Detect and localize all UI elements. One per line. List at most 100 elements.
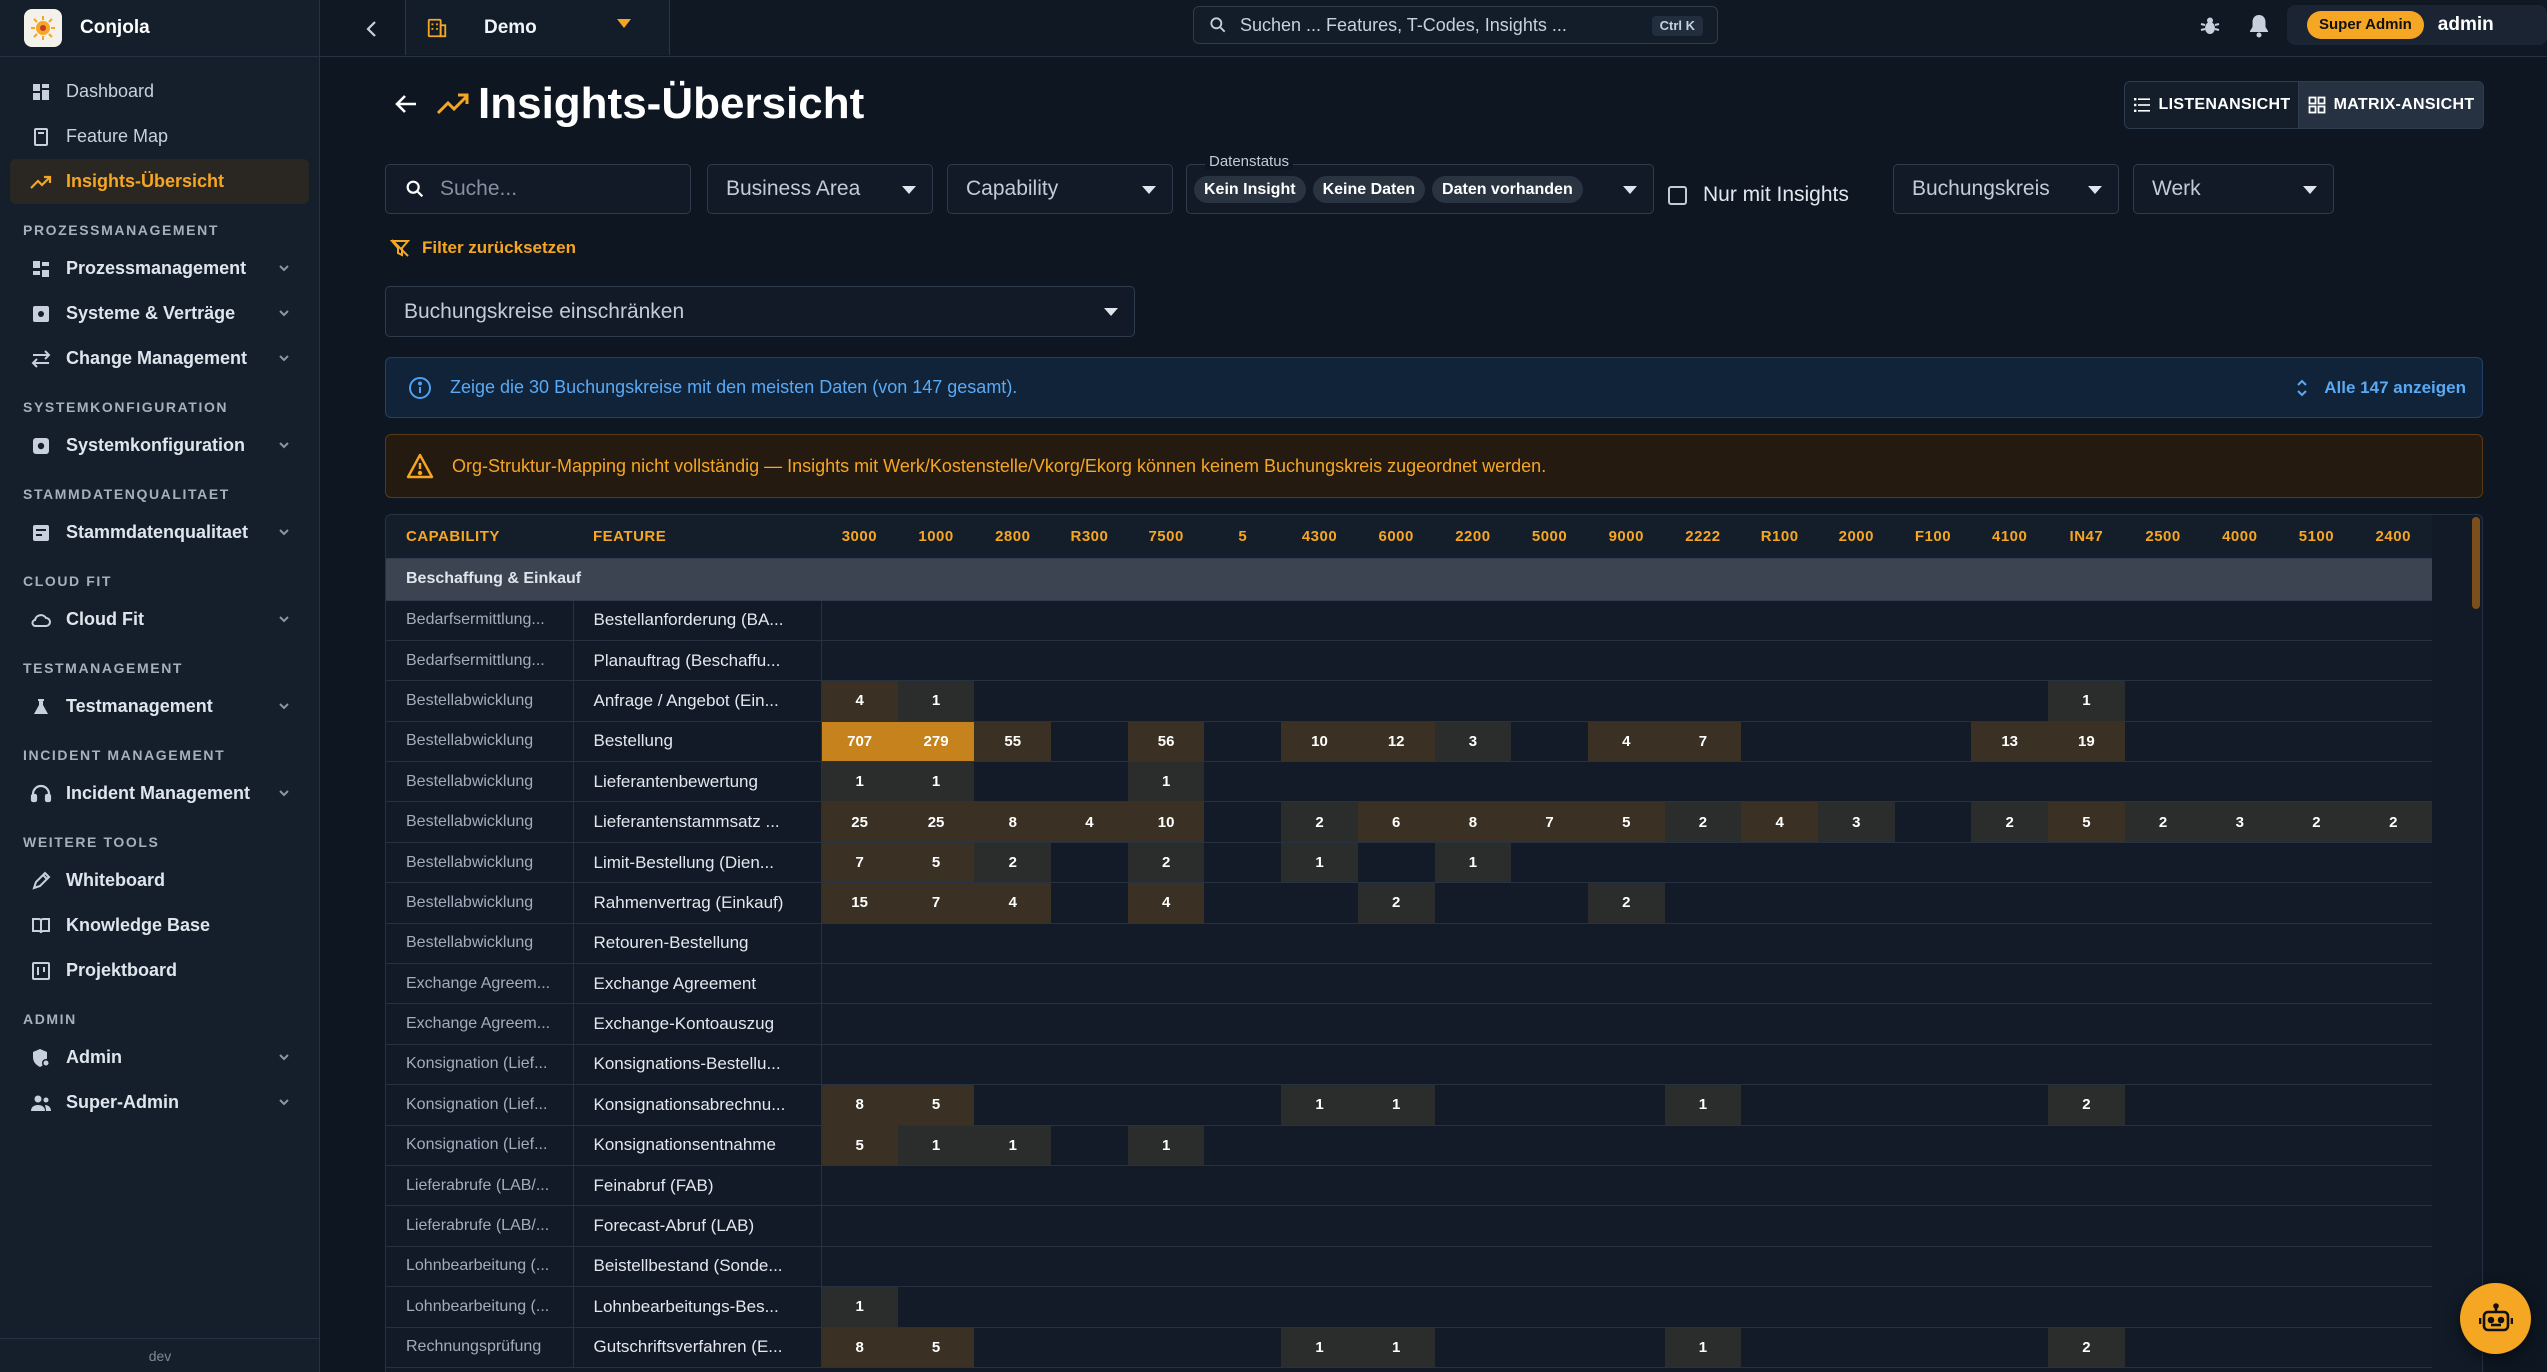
matrix-cell[interactable]: 5 (2048, 801, 2125, 843)
table-row[interactable]: Lohnbearbeitung (... Lohnbearbeitungs-Bes… (386, 1286, 2432, 1328)
user-menu[interactable]: Super Admin admin (2287, 5, 2547, 45)
chevron-down-icon[interactable] (275, 697, 293, 715)
matrix-cell[interactable]: 8 (974, 801, 1052, 843)
column-header-buchungskreis[interactable]: 4100 (1971, 515, 2049, 559)
matrix-cell[interactable]: 1 (897, 680, 975, 722)
collapse-sidebar-icon[interactable] (360, 17, 384, 41)
matrix-cell[interactable]: 6 (1357, 801, 1435, 843)
table-row[interactable]: Bestellabwicklung Retouren-Bestellung (386, 923, 2432, 965)
table-row[interactable]: Exchange Agreem... Exchange Agreement (386, 963, 2432, 1005)
feature-cell[interactable]: Konsignationsabrechnu... (573, 1084, 822, 1126)
column-header-buchungskreis[interactable]: 2800 (974, 515, 1052, 559)
table-row[interactable]: Bestellabwicklung Rahmenvertrag (Einkauf)… (386, 882, 2432, 924)
feature-cell[interactable]: Beistellbestand (Sonde... (573, 1246, 822, 1288)
matrix-cell[interactable]: 5 (897, 1084, 975, 1126)
feature-cell[interactable]: Exchange-Kontoauszug (573, 1003, 822, 1045)
matrix-cell[interactable]: 10 (1127, 801, 1205, 843)
matrix-cell[interactable]: 2 (2124, 801, 2202, 843)
matrix-cell[interactable]: 1 (1664, 1327, 1742, 1368)
matrix-cell[interactable]: 7 (1664, 721, 1742, 763)
chevron-down-icon[interactable] (275, 436, 293, 454)
matrix-cell[interactable]: 2 (974, 842, 1052, 884)
feature-cell[interactable]: Bestellung (573, 721, 822, 763)
matrix-cell[interactable]: 1 (1281, 1327, 1358, 1368)
matrix-cell[interactable]: 1 (1357, 1327, 1435, 1368)
matrix-cell[interactable]: 2 (1281, 801, 1358, 843)
column-header-buchungskreis[interactable]: R300 (1051, 515, 1128, 559)
matrix-cell[interactable]: 56 (1127, 721, 1205, 763)
matrix-cell[interactable]: 707 (821, 721, 898, 763)
sidebar-item-prozessmanagement[interactable]: Prozessmanagement (10, 246, 309, 291)
matrix-cell[interactable]: 2 (2048, 1084, 2125, 1126)
table-row[interactable]: Lohnbearbeitung (... Beistellbestand (Son… (386, 1246, 2432, 1288)
assistant-bot-button[interactable] (2460, 1283, 2531, 1354)
table-row[interactable]: Konsignation (Lief... Konsignationsabrech… (386, 1084, 2432, 1126)
column-header-buchungskreis[interactable]: 4300 (1281, 515, 1358, 559)
matrix-cell[interactable]: 1 (821, 1286, 898, 1328)
matrix-cell[interactable]: 2 (1357, 882, 1435, 924)
matrix-cell[interactable]: 3 (1817, 801, 1895, 843)
status-chip-kein-insight[interactable]: Kein Insight (1194, 175, 1306, 203)
list-view-button[interactable]: LISTENANSICHT (2125, 82, 2299, 128)
only-insights-checkbox[interactable]: Nur mit Insights (1668, 177, 1849, 213)
column-header-buchungskreis[interactable]: 5100 (2278, 515, 2355, 559)
global-search[interactable]: Suchen ... Features, T-Codes, Insights .… (1193, 6, 1718, 44)
table-row[interactable]: Exchange Agreem... Exchange-Kontoauszug (386, 1003, 2432, 1045)
column-header-buchungskreis[interactable]: 2222 (1664, 515, 1742, 559)
table-row[interactable]: Bedarfsermittlung... Planauftrag (Beschaf… (386, 640, 2432, 682)
feature-cell[interactable]: Rahmenvertrag (Einkauf) (573, 882, 822, 924)
sidebar-item-systeme-vertrage[interactable]: Systeme & Verträge (10, 291, 309, 336)
table-row[interactable]: Konsignation (Lief... Konsignationsentnah… (386, 1125, 2432, 1166)
checkbox-box[interactable] (1668, 185, 1687, 205)
matrix-cell[interactable]: 2 (1664, 801, 1742, 843)
feature-cell[interactable]: Anfrage / Angebot (Ein... (573, 680, 822, 722)
matrix-cell[interactable]: 10 (1281, 721, 1358, 763)
matrix-cell[interactable]: 1 (1127, 761, 1205, 803)
matrix-cell[interactable]: 4 (974, 882, 1052, 924)
feature-cell[interactable]: Bestellanforderung (BA... (573, 600, 822, 641)
bug-icon[interactable] (2198, 14, 2222, 38)
feature-cell[interactable]: Konsignationsentnahme (573, 1125, 822, 1166)
matrix-view-button[interactable]: MATRIX-ANSICHT (2299, 82, 2483, 128)
matrix-cell[interactable]: 5 (821, 1125, 898, 1166)
matrix-cell[interactable]: 1 (897, 761, 975, 803)
matrix-cell[interactable]: 2 (2048, 1327, 2125, 1368)
matrix-cell[interactable]: 25 (897, 801, 975, 843)
table-row[interactable]: Konsignation (Lief... Konsignations-Beste… (386, 1044, 2432, 1086)
column-header-buchungskreis[interactable]: 6000 (1357, 515, 1435, 559)
matrix-cell[interactable]: 13 (1971, 721, 2049, 763)
sidebar-item-insights-ubersicht[interactable]: Insights-Übersicht (10, 159, 309, 204)
matrix-cell[interactable]: 2 (1587, 882, 1665, 924)
table-row[interactable]: Bedarfsermittlung... Bestellanforderung (… (386, 600, 2432, 641)
matrix-cell[interactable]: 7 (1511, 801, 1588, 843)
reset-filter-button[interactable]: Filter zurücksetzen (390, 235, 576, 261)
chevron-down-icon[interactable] (275, 349, 293, 367)
matrix-cell[interactable]: 2 (2278, 801, 2355, 843)
feature-cell[interactable]: Gutschriftsverfahren (E... (573, 1327, 822, 1368)
chevron-down-icon[interactable] (275, 1093, 293, 1111)
table-row[interactable]: Bestellabwicklung Bestellung 707 279 55 56 10 1… (386, 721, 2432, 763)
matrix-cell[interactable]: 4 (1587, 721, 1665, 763)
matrix-cell[interactable]: 5 (897, 842, 975, 884)
datenstatus-select[interactable]: Datenstatus Kein Insight Keine Daten Dat… (1186, 153, 1654, 214)
back-arrow-icon[interactable] (392, 90, 420, 118)
matrix-cell[interactable]: 8 (821, 1327, 898, 1368)
business-area-select[interactable]: Business Area (707, 164, 933, 214)
column-header-buchungskreis[interactable]: 4000 (2201, 515, 2279, 559)
brand[interactable]: Conjola (0, 0, 319, 57)
status-chip-keine-daten[interactable]: Keine Daten (1312, 175, 1426, 203)
table-row[interactable]: Bestellabwicklung Lieferantenbewertung 1 1 1 (386, 761, 2432, 803)
column-header-buchungskreis[interactable]: R100 (1741, 515, 1818, 559)
sidebar-item-whiteboard[interactable]: Whiteboard (10, 858, 309, 903)
sidebar-item-stammdatenqualitaet[interactable]: Stammdatenqualitaet (10, 510, 309, 555)
matrix-cell[interactable]: 1 (1281, 1084, 1358, 1126)
sidebar-item-super-admin[interactable]: Super-Admin (10, 1080, 309, 1125)
column-header-buchungskreis[interactable]: 2200 (1434, 515, 1512, 559)
matrix-cell[interactable]: 8 (821, 1084, 898, 1126)
werk-select[interactable]: Werk (2133, 164, 2334, 214)
feature-cell[interactable]: Lohnbearbeitungs-Bes... (573, 1286, 822, 1328)
table-row[interactable]: Rechnungsprüfung Gutschriftsverfahren (E.… (386, 1327, 2432, 1368)
column-header-feature[interactable]: FEATURE (573, 515, 822, 559)
matrix-cell[interactable]: 5 (897, 1327, 975, 1368)
matrix-cell[interactable]: 4 (821, 680, 898, 722)
